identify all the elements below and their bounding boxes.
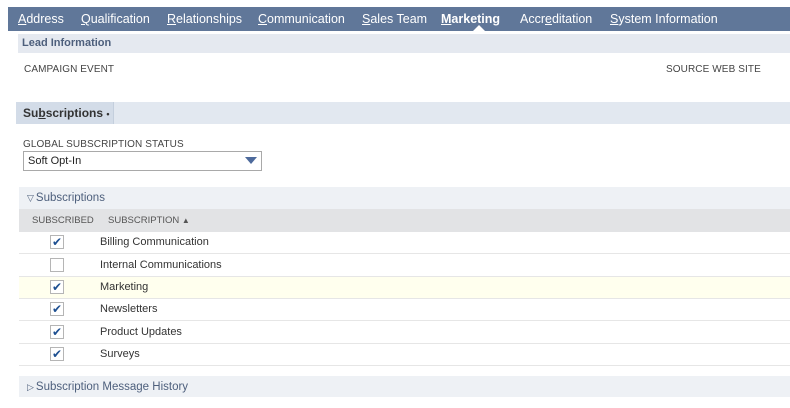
tab-label-post: ualification: [90, 12, 150, 26]
subscriptions-section-header[interactable]: ▽ Subscriptions: [19, 187, 790, 209]
table-row[interactable]: ✔ Newsletters: [19, 299, 790, 321]
tab-address[interactable]: Address: [18, 7, 64, 31]
subscribed-checkbox[interactable]: ✔: [50, 235, 64, 249]
tab-label-accesskey: Q: [81, 12, 91, 26]
subscriptions-table-header: SUBSCRIBED SUBSCRIPTION ▲: [19, 209, 790, 232]
table-row[interactable]: ✔ Surveys: [19, 344, 790, 366]
subscribed-checkbox[interactable]: ✔: [50, 325, 64, 339]
table-row[interactable]: ✔ Billing Communication: [19, 232, 790, 254]
tab-marketing[interactable]: Marketing: [441, 7, 500, 31]
expand-triangle-icon: ▷: [27, 382, 34, 392]
source-web-site-label: SOURCE WEB SITE: [666, 64, 761, 75]
subscriptions-subtab-bar: Subscriptions •: [16, 102, 790, 124]
tab-label-post: ddress: [26, 12, 64, 26]
subscription-message-history-title[interactable]: ▷ Subscription Message History: [27, 381, 188, 393]
subscribed-checkbox[interactable]: ✔: [50, 302, 64, 316]
subscriptions-section-label: Subscriptions: [35, 192, 105, 204]
subscription-name: Marketing: [100, 281, 149, 293]
subscribed-checkbox[interactable]: ✔: [50, 280, 64, 294]
global-subscription-status-select[interactable]: Soft Opt-In: [23, 151, 262, 171]
lead-information-title: Lead Information: [22, 37, 112, 49]
col-header-subscribed[interactable]: SUBSCRIBED: [32, 215, 94, 226]
subscription-name: Internal Communications: [100, 259, 222, 271]
lead-information-header: Lead Information: [18, 34, 790, 53]
tab-qualification[interactable]: Qualification: [81, 7, 150, 31]
tab-label-post: elationships: [176, 12, 243, 26]
subscriptions-subtab-label: Subscriptions •: [23, 106, 110, 120]
subscriptions-subtab[interactable]: Subscriptions •: [16, 102, 114, 124]
subscription-message-history-header[interactable]: ▷ Subscription Message History: [19, 376, 790, 397]
table-row[interactable]: Internal Communications: [19, 255, 790, 277]
tab-label-accesskey: R: [167, 12, 177, 26]
tab-accreditation[interactable]: Accreditation: [520, 7, 592, 31]
subscriptions-section-title[interactable]: ▽ Subscriptions: [27, 192, 105, 204]
tab-label-accesskey: C: [258, 12, 268, 26]
table-row[interactable]: ✔ Marketing: [19, 277, 790, 299]
collapse-triangle-icon: ▽: [27, 193, 34, 203]
global-subscription-status-value: Soft Opt-In: [28, 155, 82, 167]
tab-label-post: ommunication: [267, 12, 345, 26]
tab-sales-team[interactable]: Sales Team: [362, 7, 427, 31]
tab-label-accesskey: e: [545, 12, 552, 26]
global-subscription-status-label: GLOBAL SUBSCRIPTION STATUS: [23, 139, 184, 150]
top-tab-bar: Address Qualification Relationships Comm…: [8, 7, 790, 31]
tab-communication[interactable]: Communication: [258, 7, 345, 31]
tab-label-post: ystem Information: [618, 12, 718, 26]
subscription-name: Product Updates: [100, 326, 182, 338]
subscription-name: Newsletters: [100, 303, 158, 315]
active-tab-pointer: [473, 25, 485, 31]
tab-relationships[interactable]: Relationships: [167, 7, 242, 31]
subtab-label-pre: Su: [23, 106, 39, 120]
campaign-event-label: CAMPAIGN EVENT: [24, 64, 115, 75]
col-header-subscription-label: SUBSCRIPTION: [108, 215, 180, 226]
subtab-active-marker: •: [106, 109, 110, 119]
tab-label-accesskey: M: [441, 12, 452, 26]
subtab-label-post: scriptions: [45, 106, 104, 120]
col-header-subscription[interactable]: SUBSCRIPTION ▲: [108, 215, 190, 226]
subscription-message-history-label: Subscription Message History: [35, 381, 189, 393]
subscription-name: Surveys: [100, 348, 140, 360]
table-row[interactable]: ✔ Product Updates: [19, 322, 790, 344]
dropdown-arrow-icon[interactable]: [245, 157, 257, 164]
subscribed-checkbox[interactable]: ✔: [50, 347, 64, 361]
tab-label-post: ditation: [551, 12, 593, 26]
sort-ascending-icon: ▲: [181, 216, 190, 225]
tab-label-pre: Accr: [520, 12, 545, 26]
subtab-label-accesskey: b: [38, 106, 46, 120]
tab-label-post: ales Team: [370, 12, 428, 26]
subscribed-checkbox[interactable]: [50, 258, 64, 272]
tab-system-information[interactable]: System Information: [610, 7, 718, 31]
subscription-name: Billing Communication: [100, 236, 209, 248]
tab-label-post: arketing: [451, 12, 501, 26]
